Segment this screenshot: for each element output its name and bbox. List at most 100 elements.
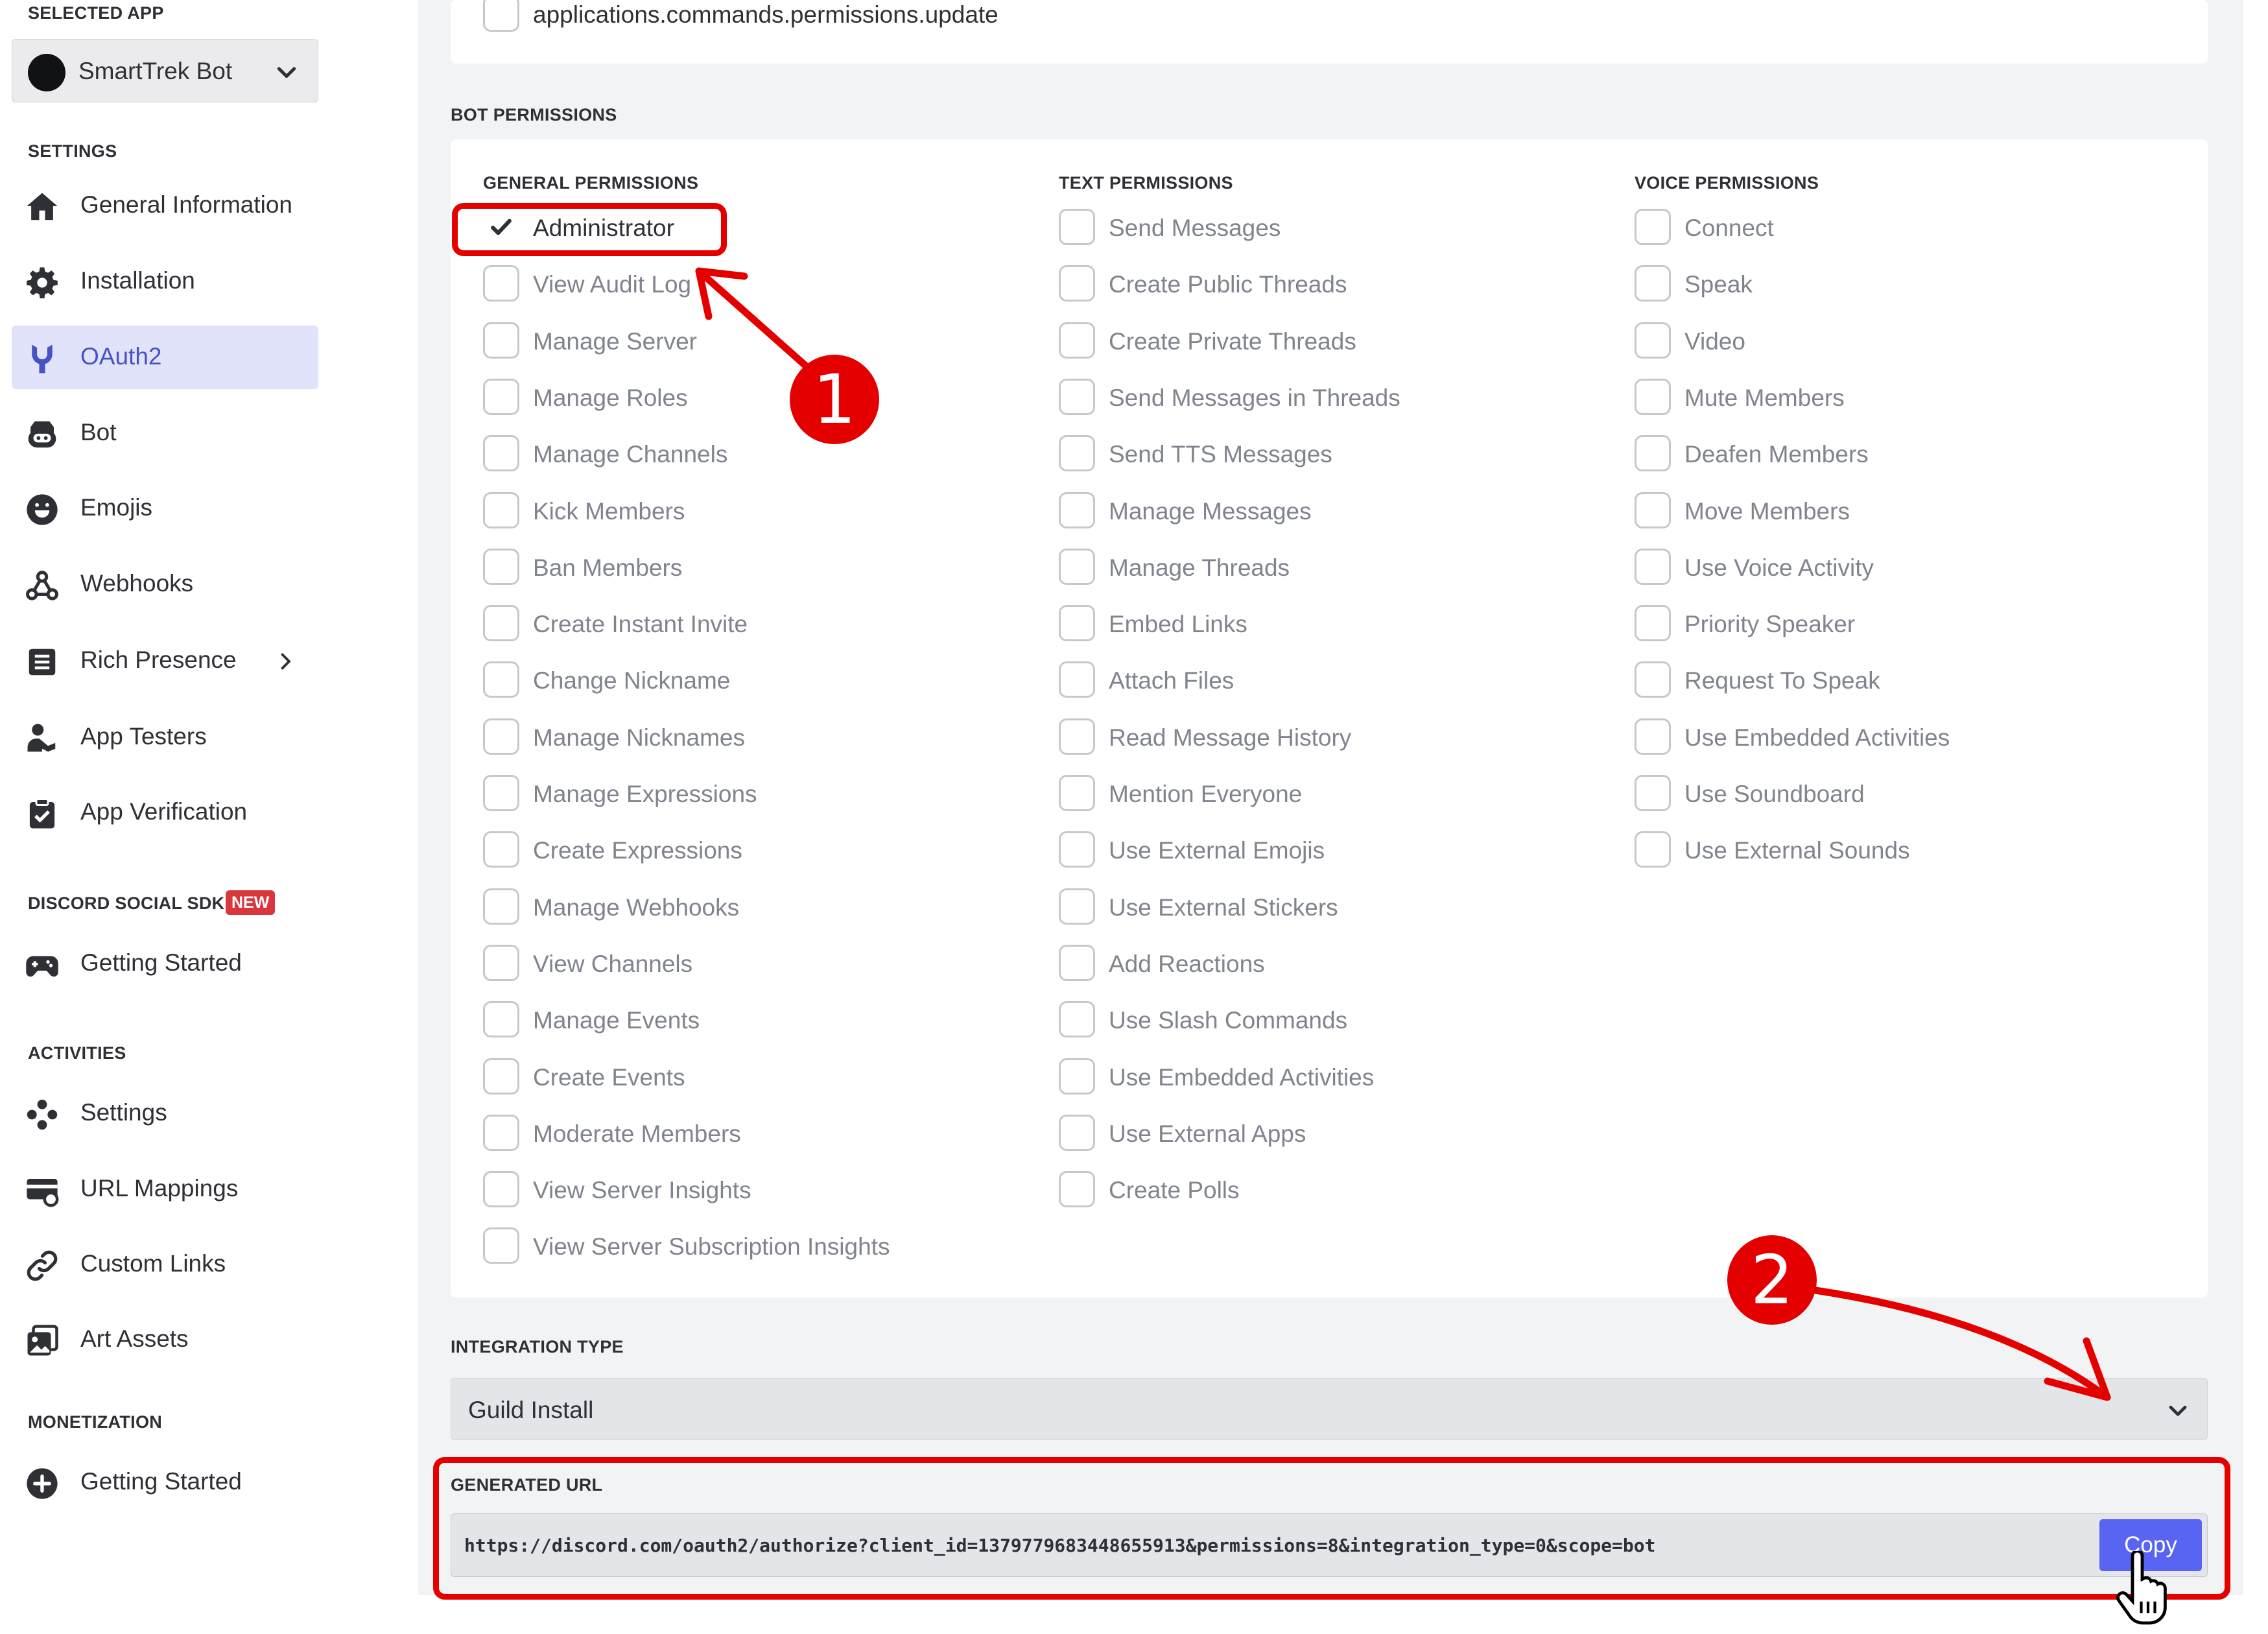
checkbox-box[interactable] <box>1059 661 1095 698</box>
checkbox-box[interactable] <box>1059 265 1095 302</box>
permission-checkbox[interactable]: Use External Stickers <box>1059 888 1590 927</box>
permission-checkbox[interactable]: Use External Apps <box>1059 1114 1590 1153</box>
checkbox-box[interactable] <box>1059 831 1095 868</box>
checkbox-box[interactable] <box>483 492 519 528</box>
sidebar-item-general-information[interactable]: General Information <box>12 174 318 237</box>
checkbox-box[interactable] <box>1059 775 1095 811</box>
checkbox-box[interactable] <box>483 1001 519 1037</box>
checkbox-box[interactable] <box>483 1115 519 1151</box>
permission-checkbox[interactable]: Create Instant Invite <box>483 604 1015 643</box>
checkbox-box[interactable] <box>483 661 519 698</box>
permission-checkbox[interactable]: Manage Messages <box>1059 491 1590 530</box>
permission-checkbox[interactable]: Request To Speak <box>1635 661 2166 700</box>
permission-checkbox[interactable]: Mute Members <box>1635 378 2166 417</box>
permission-checkbox[interactable]: Manage Channels <box>483 434 1015 473</box>
permission-checkbox[interactable]: Use Soundboard <box>1635 774 2166 813</box>
permission-checkbox[interactable]: Send Messages in Threads <box>1059 378 1590 417</box>
checkbox-box[interactable] <box>1059 1115 1095 1151</box>
permission-checkbox[interactable]: Deafen Members <box>1635 434 2166 473</box>
permission-checkbox[interactable]: View Channels <box>483 944 1015 983</box>
permission-checkbox[interactable]: Create Expressions <box>483 831 1015 870</box>
permission-checkbox[interactable]: Send TTS Messages <box>1059 434 1590 473</box>
permission-checkbox[interactable]: Manage Expressions <box>483 774 1015 813</box>
permission-checkbox[interactable]: Manage Nicknames <box>483 718 1015 757</box>
permission-checkbox[interactable]: View Audit Log <box>483 265 1015 303</box>
scope-checkbox[interactable]: applications.commands.permissions.update <box>483 0 1067 34</box>
permission-checkbox[interactable]: Speak <box>1635 265 2166 303</box>
permission-checkbox[interactable]: Moderate Members <box>483 1114 1015 1153</box>
sidebar-item-monetization-getting-started[interactable]: Getting Started <box>12 1450 318 1514</box>
sidebar-item-webhooks[interactable]: Webhooks <box>12 552 318 616</box>
checkbox-box[interactable] <box>1635 775 1671 811</box>
integration-type-select[interactable]: Guild Install <box>451 1378 2208 1440</box>
checkbox-box[interactable] <box>1059 209 1095 245</box>
permission-checkbox[interactable]: Add Reactions <box>1059 944 1590 983</box>
permission-checkbox[interactable]: Video <box>1635 322 2166 361</box>
checkbox-box[interactable] <box>1059 549 1095 585</box>
sidebar-item-custom-links[interactable]: Custom Links <box>12 1233 318 1296</box>
checkbox-box[interactable] <box>1059 605 1095 641</box>
permission-checkbox[interactable]: Kick Members <box>483 491 1015 530</box>
permission-checkbox[interactable]: Use Slash Commands <box>1059 1001 1590 1039</box>
permission-checkbox[interactable]: Ban Members <box>483 548 1015 587</box>
checkbox-box[interactable] <box>1635 265 1671 302</box>
sidebar-item-emojis[interactable]: Emojis <box>12 477 318 540</box>
permission-checkbox[interactable]: Manage Roles <box>483 378 1015 417</box>
checkbox-box[interactable] <box>1635 322 1671 359</box>
permission-checkbox[interactable]: Send Messages <box>1059 208 1590 247</box>
permission-checkbox[interactable]: Move Members <box>1635 491 2166 530</box>
checkbox-box[interactable] <box>483 888 519 925</box>
sidebar-item-activities-settings[interactable]: Settings <box>12 1082 318 1145</box>
checkbox-box[interactable] <box>1635 605 1671 641</box>
checkbox-box[interactable] <box>1635 379 1671 415</box>
checkbox-box[interactable] <box>1635 492 1671 528</box>
checkbox-box[interactable] <box>1059 379 1095 415</box>
checkbox-box[interactable] <box>483 435 519 471</box>
sidebar-item-app-testers[interactable]: App Testers <box>12 705 318 769</box>
checkbox-box[interactable] <box>1635 209 1671 245</box>
checkbox-box[interactable] <box>483 0 519 32</box>
sidebar-item-sdk-getting-started[interactable]: Getting Started <box>12 932 318 995</box>
permission-checkbox[interactable]: View Server Subscription Insights <box>483 1227 1015 1266</box>
permission-checkbox[interactable]: Manage Webhooks <box>483 888 1015 927</box>
checkbox-box[interactable] <box>1635 435 1671 471</box>
checkbox-box[interactable] <box>1635 718 1671 755</box>
sidebar-item-oauth2[interactable]: OAuth2 <box>12 326 318 389</box>
permission-checkbox[interactable]: Create Public Threads <box>1059 265 1590 303</box>
checkbox-box[interactable] <box>483 322 519 359</box>
permission-checkbox[interactable]: Manage Events <box>483 1001 1015 1039</box>
permission-checkbox[interactable]: Use Embedded Activities <box>1059 1058 1590 1096</box>
checkbox-box[interactable] <box>483 549 519 585</box>
checkbox-box[interactable] <box>483 831 519 868</box>
sidebar-item-app-verification[interactable]: App Verification <box>12 781 318 844</box>
sidebar-item-art-assets[interactable]: Art Assets <box>12 1308 318 1371</box>
checkbox-box[interactable] <box>1059 435 1095 471</box>
checkbox-box[interactable] <box>483 1227 519 1264</box>
checkbox-box[interactable] <box>483 718 519 755</box>
checkbox-box[interactable] <box>1059 1001 1095 1037</box>
sidebar-item-bot[interactable]: Bot <box>12 401 318 465</box>
checkbox-box[interactable] <box>483 1171 519 1207</box>
sidebar-item-installation[interactable]: Installation <box>12 250 318 313</box>
checkbox-box[interactable] <box>1635 549 1671 585</box>
checkbox-box[interactable] <box>483 775 519 811</box>
checkbox-box[interactable] <box>1059 1171 1095 1207</box>
permission-checkbox[interactable]: Read Message History <box>1059 718 1590 757</box>
app-selector[interactable]: SmartTrek Bot <box>12 39 318 102</box>
permission-checkbox[interactable]: Mention Everyone <box>1059 774 1590 813</box>
permission-checkbox[interactable]: Use Voice Activity <box>1635 548 2166 587</box>
checkbox-box[interactable] <box>483 945 519 981</box>
checkbox-box[interactable] <box>483 265 519 302</box>
permission-checkbox[interactable]: Use Embedded Activities <box>1635 718 2166 757</box>
checkbox-box[interactable] <box>1635 661 1671 698</box>
checkbox-box[interactable] <box>1059 888 1095 925</box>
permission-checkbox[interactable]: Create Polls <box>1059 1170 1590 1209</box>
permission-checkbox[interactable]: Create Private Threads <box>1059 322 1590 361</box>
permission-checkbox[interactable]: Use External Emojis <box>1059 831 1590 870</box>
checkbox-box[interactable] <box>1635 831 1671 868</box>
permission-checkbox[interactable]: View Server Insights <box>483 1170 1015 1209</box>
permission-checkbox[interactable]: Manage Server <box>483 322 1015 361</box>
checkbox-box[interactable] <box>1059 322 1095 359</box>
checkbox-box[interactable] <box>483 605 519 641</box>
checkbox-box[interactable] <box>1059 718 1095 755</box>
